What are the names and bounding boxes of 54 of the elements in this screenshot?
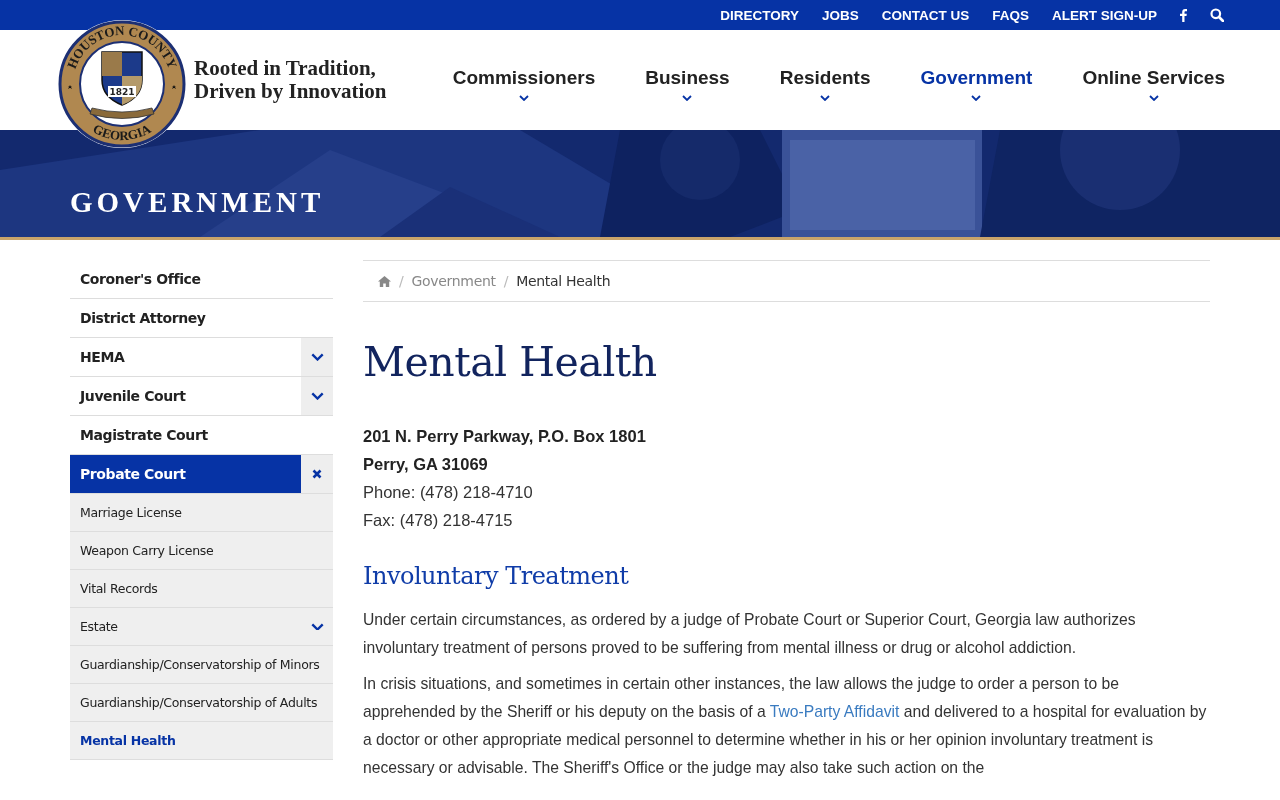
page-section-title: GOVERNMENT xyxy=(70,186,325,219)
breadcrumb-separator: / xyxy=(399,273,404,289)
section-heading: Involuntary Treatment xyxy=(363,562,629,590)
search-icon[interactable] xyxy=(1210,8,1224,22)
breadcrumb-link[interactable]: Government xyxy=(411,273,496,289)
paragraph: In crisis situations, and sometimes in certain other instances, the law allows the judge to order a person to be apprehended by the Sheriff or his deputy on the basis of a Two-Party Affidavit and delivered to a hospital for evaluation by a doctor or other appropriate medical personnel to determine whether in his or her opinion involuntary treatment is necessary or advisable. The Sheriff's Office or the judge may also take such action on the xyxy=(363,674,1208,778)
chevron-down-icon xyxy=(310,622,324,631)
sidebar-item[interactable]: Vital Records xyxy=(70,570,333,607)
sidebar-item[interactable]: Mental Health xyxy=(70,722,333,759)
affidavit-link[interactable]: Two-Party Affidavit xyxy=(769,703,900,720)
close-icon xyxy=(312,469,322,479)
nav-menu-item[interactable]: Government xyxy=(870,67,1033,101)
chevron-down-icon xyxy=(310,392,324,400)
submenu-toggle[interactable] xyxy=(301,455,333,493)
contact-line: Phone: (478) 218-4710 xyxy=(363,483,533,501)
top-link[interactable]: ALERT SIGN-UP xyxy=(1052,7,1157,23)
submenu-toggle[interactable] xyxy=(301,338,333,376)
sidebar-item[interactable]: Marriage License xyxy=(70,494,333,531)
sidebar-item[interactable]: Coroner's Office xyxy=(70,260,333,298)
sidebar-item[interactable]: Guardianship/Conservatorship of Minors xyxy=(70,646,333,683)
breadcrumb-separator: / xyxy=(503,273,509,289)
facebook-icon[interactable] xyxy=(1180,8,1187,22)
breadcrumb-current: Mental Health xyxy=(516,273,611,289)
sidebar-item[interactable]: Magistrate Court xyxy=(70,416,333,454)
top-link[interactable]: DIRECTORY xyxy=(720,7,799,23)
sidebar-item[interactable]: Juvenile Court xyxy=(70,377,301,415)
home-icon[interactable] xyxy=(378,275,391,287)
top-link[interactable]: FAQS xyxy=(992,7,1029,23)
sidebar-item[interactable]: Weapon Carry License xyxy=(70,532,333,569)
chevron-down-icon xyxy=(310,353,324,361)
sidebar-item[interactable]: Probate Court xyxy=(70,455,301,493)
nav-menu-item[interactable]: Residents xyxy=(729,67,871,101)
nav-menu-item[interactable]: Commissioners xyxy=(402,67,596,101)
chevron-down-icon xyxy=(971,95,982,101)
chevron-down-icon xyxy=(682,95,693,101)
paragraph: Under certain circumstances, as ordered by a judge of Probate Court or Superior Court, Georgia law authorizes involuntary treatment of persons proved to be suffering from mental illness or drug or alcohol addiction. xyxy=(363,610,1137,658)
address-line: Perry, GA 31069 xyxy=(363,455,488,473)
top-link[interactable]: JOBS xyxy=(821,7,859,23)
page-title: Mental Health xyxy=(363,338,657,386)
chevron-down-icon xyxy=(1148,95,1159,101)
nav-menu-item[interactable]: Business xyxy=(595,67,730,101)
tagline: Rooted in Tradition, Driven by Innovation xyxy=(194,57,387,103)
sidebar-item[interactable]: Guardianship/Conservatorship of Adults xyxy=(70,684,333,721)
seal-year: 1821 xyxy=(109,87,135,97)
contact-line: Fax: (478) 218-4715 xyxy=(363,511,513,529)
address-line: 201 N. Perry Parkway, P.O. Box 1801 xyxy=(363,427,646,445)
submenu-toggle[interactable] xyxy=(301,377,333,415)
seal-text: GEORGIA xyxy=(90,120,154,144)
chevron-down-icon xyxy=(820,95,831,101)
chevron-down-icon xyxy=(518,95,529,101)
sidebar-item[interactable]: District Attorney xyxy=(70,299,333,337)
top-link[interactable]: CONTACT US xyxy=(881,7,970,23)
sidebar-item[interactable]: HEMA xyxy=(70,338,301,376)
nav-menu-item[interactable]: Online Services xyxy=(1032,67,1225,101)
